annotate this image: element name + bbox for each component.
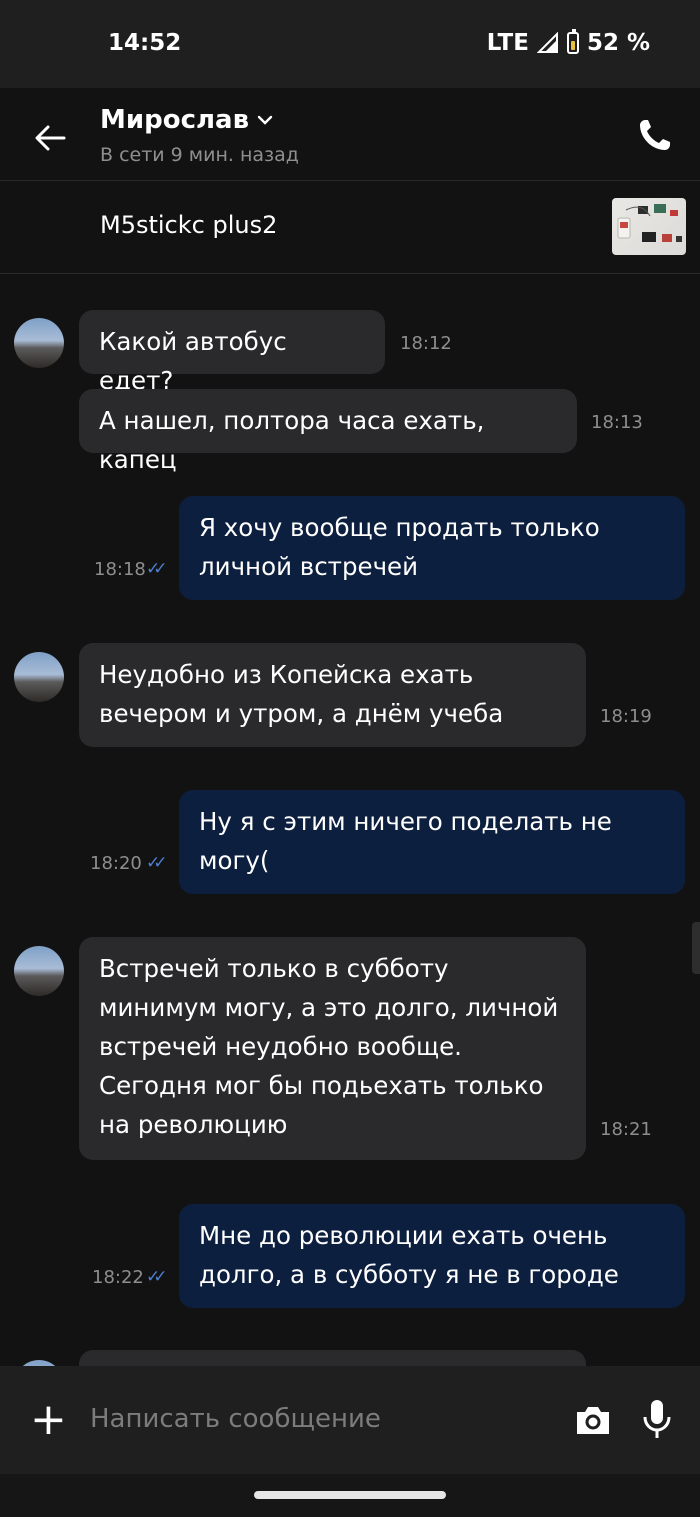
read-checkmarks-icon: ✓✓: [146, 559, 167, 579]
message-time: 18:22: [92, 1267, 144, 1288]
scrollbar[interactable]: [692, 922, 700, 974]
chevron-down-icon: [257, 115, 273, 125]
message-bubble-incoming[interactable]: А нашел, полтора часа ехать, капец: [79, 389, 577, 474]
network-type: LTE: [486, 30, 529, 56]
system-nav-bar: [0, 1474, 700, 1517]
presence-status: В сети 9 мин. назад: [100, 144, 299, 166]
message-bubble-outgoing[interactable]: Ну я с этим ничего поделать не могу(: [179, 790, 685, 894]
home-gesture-bar[interactable]: [254, 1491, 446, 1499]
phone-icon[interactable]: [634, 116, 674, 156]
arrow-left-icon[interactable]: [30, 118, 70, 158]
status-time: 14:52: [108, 30, 182, 56]
message-text: А нашел, полтора часа ехать, капец: [99, 406, 485, 474]
camera-icon[interactable]: [573, 1402, 613, 1438]
message-bubble-incoming[interactable]: Неудобно из Копейска ехать вечером и утр…: [79, 643, 586, 747]
message-input[interactable]: Написать сообщение: [90, 1404, 381, 1434]
message-time: 18:13: [591, 412, 643, 433]
message-time: 18:19: [600, 706, 652, 727]
status-bar: 14:52 LTE 52 %: [0, 0, 700, 88]
message-time: 18:18: [94, 559, 146, 580]
message-text: Какой автобус едет?: [99, 327, 287, 395]
message-text: Неудобно из Копейска ехать вечером и утр…: [99, 660, 504, 728]
message-time: 18:20: [90, 853, 142, 874]
message-text: Ну я с этим ничего поделать не могу(: [199, 807, 612, 875]
message-bubble-incoming[interactable]: Встречей только в субботу минимум могу, …: [79, 937, 586, 1160]
signal-icon: [536, 32, 558, 53]
contact-avatar[interactable]: [14, 946, 64, 996]
message-bubble-incoming[interactable]: Какой автобус едет?: [79, 310, 385, 395]
message-text: Встречей только в субботу минимум могу, …: [99, 954, 559, 1139]
battery-level: 52 %: [586, 30, 650, 56]
message-list[interactable]: Какой автобус едет? 18:12 А нашел, полто…: [0, 274, 700, 1366]
read-checkmarks-icon: ✓✓: [146, 853, 167, 873]
message-time: 18:12: [400, 333, 452, 354]
chat-header: Мирослав В сети 9 мин. назад: [0, 88, 700, 181]
message-composer: + Написать сообщение: [0, 1366, 700, 1474]
read-checkmarks-icon: ✓✓: [146, 1267, 167, 1287]
status-indicators: LTE 52 %: [486, 29, 650, 56]
message-time: 18:21: [600, 1119, 652, 1140]
contact-name: Мирослав: [100, 105, 250, 135]
message-bubble-outgoing[interactable]: Я хочу вообще продать только личной встр…: [179, 496, 685, 600]
product-card[interactable]: M5stickc plus2: [0, 181, 700, 274]
message-bubble-incoming[interactable]: [79, 1350, 586, 1366]
battery-icon: [566, 29, 579, 54]
message-bubble-outgoing[interactable]: Мне до революции ехать очень долго, а в …: [179, 1204, 685, 1308]
message-text: Я хочу вообще продать только личной встр…: [199, 513, 600, 581]
plus-icon[interactable]: +: [30, 1398, 67, 1442]
contact-avatar[interactable]: [14, 652, 64, 702]
contact-avatar[interactable]: [14, 318, 64, 368]
microphone-icon[interactable]: [641, 1398, 673, 1440]
message-text: Мне до революции ехать очень долго, а в …: [199, 1221, 619, 1289]
product-title: M5stickc plus2: [100, 211, 278, 239]
product-thumbnail: [612, 198, 686, 255]
contact-name-button[interactable]: Мирослав: [100, 105, 273, 135]
